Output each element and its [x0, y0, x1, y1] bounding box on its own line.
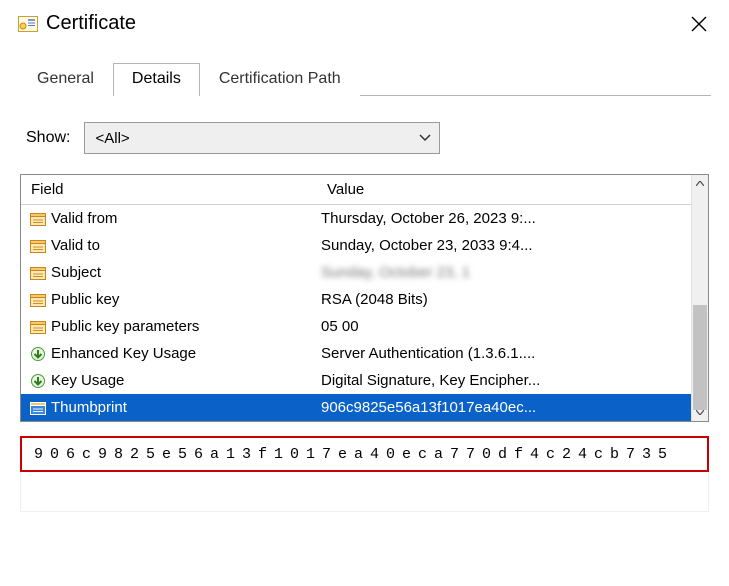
list-row[interactable]: Valid toSunday, October 23, 2033 9:4... [21, 232, 691, 259]
list-row[interactable]: Enhanced Key UsageServer Authentication … [21, 340, 691, 367]
row-field: Thumbprint [51, 399, 321, 416]
details-panel: Show: <All> Field Value Valid fromThursd… [0, 96, 729, 522]
show-combo-value: <All> [95, 130, 129, 147]
fields-listbox: Field Value Valid fromThursday, October … [20, 174, 709, 422]
chevron-down-icon [419, 134, 431, 142]
header-value[interactable]: Value [321, 181, 691, 198]
property-icon [27, 212, 49, 226]
extension-icon [27, 373, 49, 389]
tab-general[interactable]: General [18, 63, 113, 96]
row-field: Public key parameters [51, 318, 321, 335]
property-icon [27, 401, 49, 415]
row-field: Public key [51, 291, 321, 308]
property-icon [27, 239, 49, 253]
row-value: 906c9825e56a13f1017ea40ec... [321, 399, 691, 416]
tab-strip: General Details Certification Path [0, 48, 729, 95]
row-value: Server Authentication (1.3.6.1.... [321, 345, 691, 362]
row-field: Valid to [51, 237, 321, 254]
scroll-down-button[interactable] [692, 404, 708, 421]
row-value: Sunday, October 23, 2033 9:4... [321, 237, 691, 254]
row-value: Digital Signature, Key Encipher... [321, 372, 691, 389]
list-header: Field Value [21, 175, 691, 205]
extension-icon [27, 346, 49, 362]
show-combo[interactable]: <All> [84, 122, 440, 154]
window-title: Certificate [46, 12, 136, 35]
scroll-up-button[interactable] [692, 175, 708, 192]
row-field: Valid from [51, 210, 321, 227]
scrollbar[interactable] [691, 175, 708, 421]
show-label: Show: [26, 129, 70, 147]
row-field: Subject [51, 264, 321, 281]
scroll-thumb[interactable] [693, 305, 707, 410]
title-bar: Certificate [0, 0, 729, 48]
list-row[interactable]: Valid fromThursday, October 26, 2023 9:.… [21, 205, 691, 232]
row-value: RSA (2048 Bits) [321, 291, 691, 308]
tab-details[interactable]: Details [113, 63, 200, 96]
row-field: Key Usage [51, 372, 321, 389]
row-value: 05 00 [321, 318, 691, 335]
property-icon [27, 266, 49, 280]
tab-certification-path[interactable]: Certification Path [200, 63, 360, 96]
row-value: Sunday, October 23, 1 [321, 264, 691, 281]
header-field[interactable]: Field [21, 181, 321, 198]
thumbprint-full-value: 906c9825e56a13f1017ea40eca770df4c24cb735 [34, 446, 674, 463]
close-button[interactable] [683, 12, 715, 36]
list-row[interactable]: Public key parameters05 00 [21, 313, 691, 340]
value-detail-box[interactable]: 906c9825e56a13f1017ea40eca770df4c24cb735 [20, 436, 709, 472]
row-value: Thursday, October 26, 2023 9:... [321, 210, 691, 227]
list-row[interactable]: Key UsageDigital Signature, Key Encipher… [21, 367, 691, 394]
list-row[interactable]: SubjectSunday, October 23, 1 [21, 259, 691, 286]
list-row[interactable]: Public keyRSA (2048 Bits) [21, 286, 691, 313]
property-icon [27, 320, 49, 334]
value-detail-extra [20, 472, 709, 512]
property-icon [27, 293, 49, 307]
list-row[interactable]: Thumbprint906c9825e56a13f1017ea40ec... [21, 394, 691, 421]
row-field: Enhanced Key Usage [51, 345, 321, 362]
certificate-icon [18, 16, 38, 32]
